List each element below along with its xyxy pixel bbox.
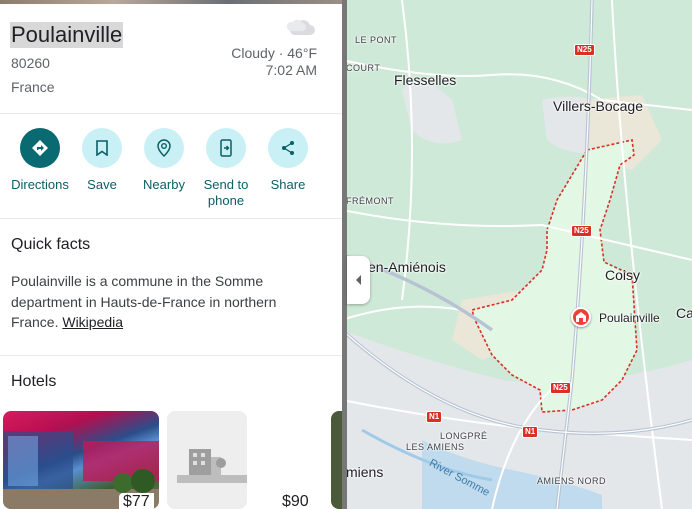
send-to-phone-label-line1: Send to [203,177,249,192]
map-label: COURT [346,63,381,73]
divider [0,218,342,219]
weather-summary: Cloudy · 46°F [231,45,317,61]
hotel-placeholder-icon [177,449,247,483]
map-label: miens [346,464,384,480]
landmark-icon [576,312,586,322]
place-panel: Poulainville 80260 France Cloudy · 46°F … [0,0,342,509]
hotels-title: Hotels [11,373,57,390]
chevron-left-icon [355,275,361,285]
cloud-icon [286,19,315,35]
nearby-icon [157,139,171,157]
bookmark-icon [96,140,108,156]
map-label: Villers-Bocage [553,98,644,114]
directions-icon [32,140,48,156]
send-to-phone-icon [220,139,232,157]
wikipedia-link[interactable]: Wikipedia [62,314,123,330]
quick-facts-title: Quick facts [11,236,91,253]
place-marker[interactable] [571,307,591,327]
share-button[interactable]: Share [252,126,324,193]
send-to-phone-label-line2: phone [207,193,245,208]
place-country: France [11,79,55,95]
quick-facts-line3: France. [11,314,59,330]
map-label: AMIENS NORD [537,476,607,486]
quick-facts-line2: department in Hauts-de-France in norther… [11,293,277,310]
road-shield: N1 [426,411,443,423]
share-icon [282,141,294,155]
map-label: Ca [676,305,692,321]
collapse-panel-button[interactable] [347,256,370,304]
map-label: en-Amiénois [368,259,446,275]
place-postcode: 80260 [11,55,50,71]
quick-facts-text: Poulainville is a commune in the Somme d… [11,271,311,333]
hotel-card[interactable] [167,411,247,509]
divider [0,113,342,114]
action-bar: Directions Save Nearby Send to phone Sha… [0,126,342,216]
quick-facts-line1: Poulainville is a commune in the Somme [11,273,264,289]
road-shield: N25 [550,382,571,394]
header-photo-strip [0,0,342,4]
map-label: FRÉMONT [346,196,394,206]
road-shield: N1 [522,426,539,438]
hotel-card[interactable] [331,411,342,509]
hotel-price: $90 [282,493,309,509]
map-label: LE PONT [355,35,398,45]
place-marker-label: Poulainville [599,311,660,325]
hotels-carousel: $77 $90 [3,411,342,509]
map-label: LES AMIENS [406,442,465,452]
place-title: Poulainville [10,22,124,48]
panel-map-separator [342,0,347,509]
road-shield: N25 [574,44,595,56]
map-canvas[interactable]: LE PONT COURT Flesselles Villers-Bocage … [342,0,692,509]
hotel-price: $77 [119,493,154,509]
map-label: LONGPRÉ [440,431,488,441]
map-label: Coisy [605,267,641,283]
share-label: Share [270,177,306,192]
map-label: Flesselles [394,72,457,88]
road-shield: N25 [571,225,592,237]
divider [0,355,342,356]
local-time: 7:02 AM [265,62,317,78]
